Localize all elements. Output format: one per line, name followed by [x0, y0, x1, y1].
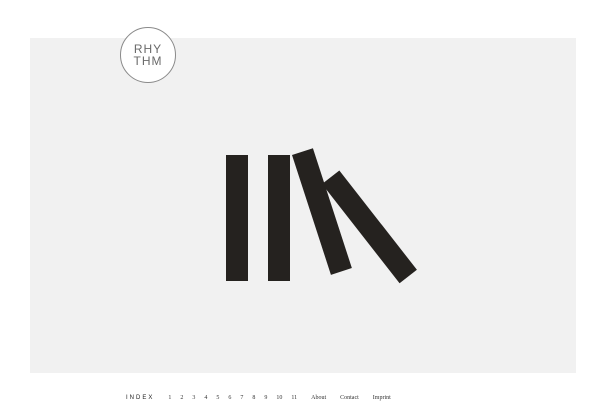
page-link-9[interactable]: 9	[264, 395, 267, 401]
page-link-11[interactable]: 11	[291, 395, 297, 401]
logo-line-2: THM	[133, 54, 163, 68]
about-link[interactable]: About	[311, 395, 326, 401]
page-link-1[interactable]: 1	[168, 395, 171, 401]
page-link-5[interactable]: 5	[216, 395, 219, 401]
page-link-4[interactable]: 4	[204, 395, 207, 401]
contact-link[interactable]: Contact	[340, 395, 359, 401]
page-link-7[interactable]: 7	[240, 395, 243, 401]
page-link-10[interactable]: 10	[276, 395, 282, 401]
page-link-2[interactable]: 2	[180, 395, 183, 401]
page-link-6[interactable]: 6	[228, 395, 231, 401]
imprint-link[interactable]: Imprint	[373, 395, 391, 401]
logo[interactable]: RHY THM	[120, 27, 176, 83]
footer-navigation: INDEX 1 2 3 4 5 6 7 8 9 10 11 About Cont…	[126, 393, 400, 403]
page-link-3[interactable]: 3	[192, 395, 195, 401]
page-link-8[interactable]: 8	[252, 395, 255, 401]
index-label: INDEX	[126, 395, 155, 401]
artwork-stage	[30, 38, 576, 373]
